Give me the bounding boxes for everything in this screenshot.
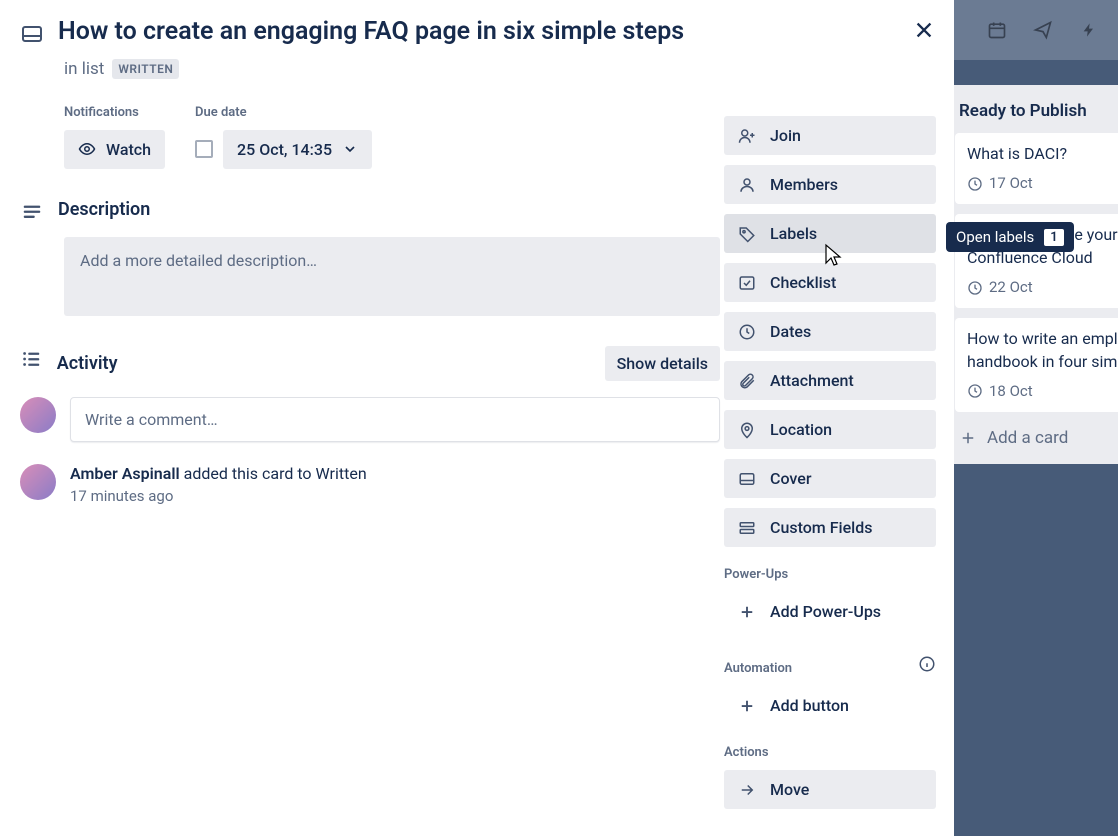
activity-action: added this card to Written: [180, 464, 367, 483]
join-button[interactable]: Join: [724, 116, 936, 155]
user-plus-icon: [738, 127, 756, 145]
tooltip-text: Open labels: [956, 228, 1034, 246]
list-pill[interactable]: WRITTEN: [112, 59, 179, 79]
actions-heading: Actions: [724, 745, 936, 760]
notifications-label: Notifications: [64, 105, 165, 120]
column-title: Ready to Publish: [959, 101, 1118, 121]
calendar-icon[interactable]: [986, 19, 1008, 41]
labels-tooltip: Open labels 1: [946, 222, 1074, 252]
paperclip-icon: [738, 372, 756, 390]
move-button[interactable]: Move: [724, 770, 936, 809]
card-list-info: in list WRITTEN: [64, 59, 720, 79]
custom-fields-button[interactable]: Custom Fields: [724, 508, 936, 547]
card-date: 18 Oct: [967, 381, 1118, 402]
card-text: How to write an employee handbook in fou…: [967, 328, 1118, 373]
watch-button[interactable]: Watch: [64, 130, 165, 169]
notifications-block: Notifications Watch: [64, 105, 165, 169]
card-text: What is DACI?: [967, 143, 1118, 165]
close-icon[interactable]: [910, 16, 938, 44]
activity-author[interactable]: Amber Aspinall: [70, 464, 180, 483]
avatar: [20, 397, 56, 433]
arrow-right-icon: [738, 781, 756, 799]
activity-heading: Activity: [57, 353, 118, 374]
sidebar-item-label: Join: [770, 126, 801, 145]
activity-icon: [20, 348, 43, 370]
board-card[interactable]: How to write an employee handbook in fou…: [955, 318, 1118, 412]
sidebar-item-label: Attachment: [770, 371, 854, 390]
activity-time: 17 minutes ago: [70, 487, 367, 505]
show-details-button[interactable]: Show details: [605, 346, 720, 381]
cover-button[interactable]: Cover: [724, 459, 936, 498]
sidebar-item-label: Checklist: [770, 273, 836, 292]
sidebar-item-label: Members: [770, 175, 838, 194]
avatar: [20, 464, 56, 500]
card-date: 17 Oct: [967, 173, 1118, 194]
description-input[interactable]: Add a more detailed description…: [64, 237, 720, 316]
sidebar-item-label: Labels: [770, 224, 817, 243]
due-date-button[interactable]: 25 Oct, 14:35: [223, 130, 372, 169]
sidebar-item-label: Dates: [770, 322, 811, 341]
labels-button[interactable]: Labels: [724, 214, 936, 253]
add-card-button[interactable]: Add a card: [955, 422, 1118, 454]
dates-button[interactable]: Dates: [724, 312, 936, 351]
card-date: 22 Oct: [967, 277, 1118, 298]
chevron-down-icon: [342, 141, 358, 157]
tag-icon: [738, 225, 756, 243]
sidebar-item-label: Custom Fields: [770, 518, 873, 537]
description-icon: [20, 201, 44, 223]
comment-input[interactable]: Write a comment…: [70, 397, 720, 442]
user-icon: [738, 176, 756, 194]
add-automation-button[interactable]: Add button: [724, 686, 936, 725]
attachment-button[interactable]: Attachment: [724, 361, 936, 400]
location-button[interactable]: Location: [724, 410, 936, 449]
sidebar-item-label: Location: [770, 420, 832, 439]
map-pin-icon: [738, 421, 756, 439]
board-column: Ready to Publish What is DACI? 17 Oct Ho…: [945, 85, 1118, 464]
check-square-icon: [738, 274, 756, 292]
card-title[interactable]: How to create an engaging FAQ page in si…: [58, 16, 684, 49]
powerups-heading: Power-Ups: [724, 567, 936, 582]
plus-icon: [738, 697, 756, 715]
members-button[interactable]: Members: [724, 165, 936, 204]
checklist-button[interactable]: Checklist: [724, 263, 936, 302]
plus-icon: [738, 603, 756, 621]
description-heading: Description: [58, 199, 150, 220]
info-icon[interactable]: [918, 655, 936, 673]
activity-entry: Amber Aspinall added this card to Writte…: [20, 464, 720, 505]
cover-icon: [738, 470, 756, 488]
board-card[interactable]: What is DACI? 17 Oct: [955, 133, 1118, 204]
fields-icon: [738, 519, 756, 537]
send-icon[interactable]: [1032, 19, 1054, 41]
add-powerups-button[interactable]: Add Power-Ups: [724, 592, 936, 631]
card-sidebar: Join Members Labels Checklist Dates Attachmen…: [724, 116, 936, 819]
due-date-block: Due date 25 Oct, 14:35: [195, 105, 372, 169]
card-icon: [20, 22, 44, 46]
clock-icon: [738, 323, 756, 341]
bolt-icon[interactable]: [1078, 19, 1100, 41]
card-modal: How to create an engaging FAQ page in si…: [0, 0, 954, 836]
tooltip-key: 1: [1044, 229, 1063, 246]
due-checkbox[interactable]: [195, 140, 213, 158]
due-date-label: Due date: [195, 105, 372, 120]
sidebar-item-label: Cover: [770, 469, 811, 488]
automation-heading: Automation: [724, 661, 792, 676]
